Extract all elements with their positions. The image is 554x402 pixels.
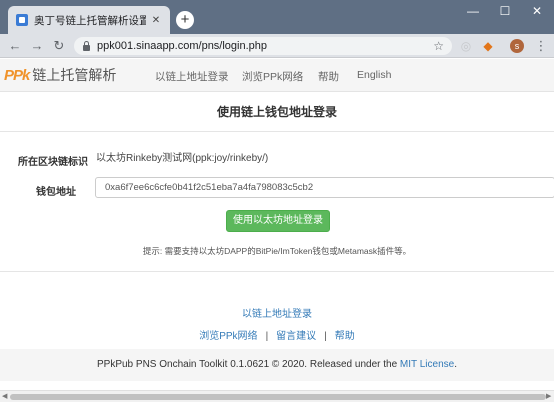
footer-help-link[interactable]: 帮助 bbox=[335, 331, 355, 342]
scrollbar-thumb[interactable] bbox=[10, 394, 546, 400]
brand[interactable]: PPk 链上托管解析 bbox=[4, 65, 116, 85]
new-tab-button[interactable]: + bbox=[176, 11, 194, 29]
nav-help-link[interactable]: 帮助 bbox=[318, 69, 339, 84]
chain-value: 以太坊Rinkeby测试网(ppk:joy/rinkeby/) bbox=[96, 153, 269, 164]
window-maximize-button[interactable]: ☐ bbox=[490, 0, 520, 22]
site-favicon-icon bbox=[16, 14, 28, 26]
separator: | bbox=[324, 331, 327, 342]
divider bbox=[0, 131, 554, 132]
reload-button[interactable]: ↻ bbox=[50, 37, 68, 55]
footer-links: 浏览PPk网络 | 留言建议 | 帮助 bbox=[0, 327, 554, 342]
tab-close-icon[interactable]: ✕ bbox=[150, 15, 162, 26]
extension-icon[interactable]: ◎ bbox=[458, 37, 474, 55]
tab-title: 奥丁号链上托管解析设置工具 bbox=[34, 14, 146, 27]
footer-feedback-link[interactable]: 留言建议 bbox=[276, 331, 316, 342]
browser-toolbar: ← → ↻ ppk001.sinaapp.com/pns/login.php ☆… bbox=[0, 34, 554, 58]
copyright-bar: PPkPub PNS Onchain Toolkit 0.1.0621 © 20… bbox=[0, 349, 554, 381]
license-link[interactable]: MIT License bbox=[400, 359, 454, 370]
hint-text: 提示: 需要支持以太坊DAPP的BitPie/ImToken钱包或Metamas… bbox=[142, 246, 412, 256]
url-text[interactable]: ppk001.sinaapp.com/pns/login.php bbox=[97, 40, 433, 52]
back-button[interactable]: ← bbox=[6, 37, 24, 55]
login-title: 使用链上钱包地址登录 bbox=[216, 105, 337, 119]
profile-avatar[interactable]: s bbox=[510, 39, 524, 53]
forward-button[interactable]: → bbox=[28, 37, 46, 55]
browser-tab-bar: 奥丁号链上托管解析设置工具 ✕ + — ☐ ✕ bbox=[0, 0, 554, 34]
window-close-button[interactable]: ✕ bbox=[522, 0, 552, 22]
nav-browse-link[interactable]: 浏览PPk网络 bbox=[242, 69, 303, 84]
window-minimize-button[interactable]: — bbox=[458, 0, 488, 22]
scroll-right-icon[interactable]: ▶ bbox=[546, 392, 551, 400]
star-icon[interactable]: ☆ bbox=[433, 39, 444, 53]
page-content: PPk 链上托管解析 以链上地址登录 浏览PPk网络 帮助 English 使用… bbox=[0, 59, 554, 402]
address-bar[interactable]: ppk001.sinaapp.com/pns/login.php ☆ bbox=[74, 37, 452, 55]
ppk-logo: PPk bbox=[4, 66, 30, 84]
chain-label: 所在区块链标识 bbox=[18, 157, 88, 168]
nav-login-link[interactable]: 以链上地址登录 bbox=[155, 69, 229, 84]
footer-login-link[interactable]: 以链上地址登录 bbox=[0, 305, 554, 320]
site-navbar: PPk 链上托管解析 以链上地址登录 浏览PPk网络 帮助 English bbox=[0, 59, 554, 92]
horizontal-scrollbar[interactable]: ◀ ▶ bbox=[0, 390, 554, 402]
wallet-address-input[interactable]: 0xa6f7ee6c6cfe0b41f2c51eba7a4fa798083c5c… bbox=[95, 177, 554, 198]
footer-browse-link[interactable]: 浏览PPk网络 bbox=[199, 331, 257, 342]
divider bbox=[0, 271, 554, 272]
login-button[interactable]: 使用以太坊地址登录 bbox=[226, 210, 330, 232]
browser-menu-icon[interactable]: ⋮ bbox=[532, 37, 550, 55]
copyright-period: . bbox=[454, 359, 457, 370]
site-name: 链上托管解析 bbox=[32, 67, 117, 83]
copyright-text: PPkPub PNS Onchain Toolkit 0.1.0621 © 20… bbox=[96, 359, 400, 370]
scroll-left-icon[interactable]: ◀ bbox=[2, 392, 7, 400]
nav-english-link[interactable]: English bbox=[357, 69, 391, 81]
wallet-label: 钱包地址 bbox=[36, 187, 76, 198]
lock-icon[interactable] bbox=[82, 40, 91, 52]
separator: | bbox=[265, 331, 269, 342]
metamask-extension-icon[interactable]: ◆ bbox=[480, 37, 496, 55]
browser-tab[interactable]: 奥丁号链上托管解析设置工具 ✕ bbox=[8, 6, 170, 34]
